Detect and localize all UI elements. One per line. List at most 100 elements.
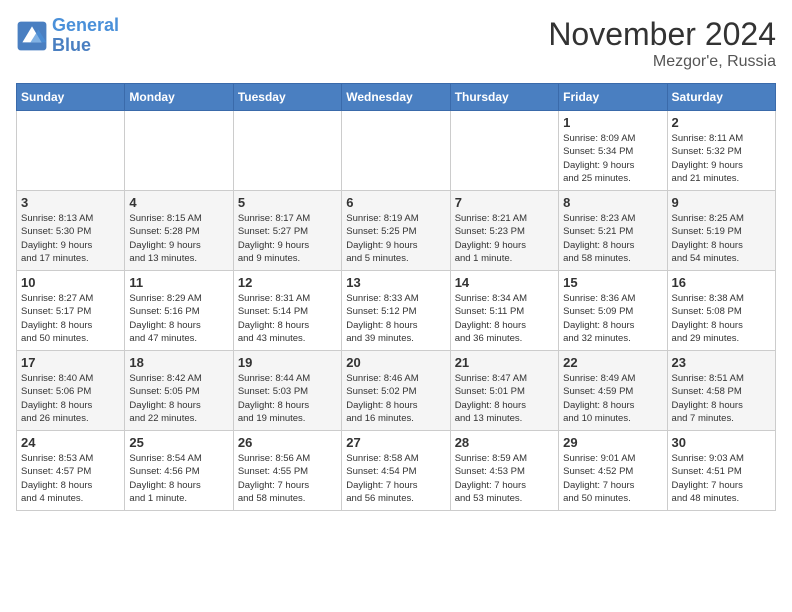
day-number: 26 <box>238 435 337 450</box>
day-info: Sunrise: 8:19 AM Sunset: 5:25 PM Dayligh… <box>346 212 445 265</box>
calendar-header-row: SundayMondayTuesdayWednesdayThursdayFrid… <box>17 84 776 111</box>
week-row-1: 1 Sunrise: 8:09 AM Sunset: 5:34 PM Daylig… <box>17 111 776 191</box>
calendar-cell: 6 Sunrise: 8:19 AM Sunset: 5:25 PM Daylig… <box>342 191 450 271</box>
calendar-cell: 10 Sunrise: 8:27 AM Sunset: 5:17 PM Dayli… <box>17 271 125 351</box>
day-info: Sunrise: 8:58 AM Sunset: 4:54 PM Dayligh… <box>346 452 445 505</box>
day-info: Sunrise: 8:38 AM Sunset: 5:08 PM Dayligh… <box>672 292 771 345</box>
day-number: 20 <box>346 355 445 370</box>
day-number: 30 <box>672 435 771 450</box>
logo-text: General Blue <box>52 16 119 56</box>
day-number: 2 <box>672 115 771 130</box>
page-header: General Blue November 2024 Mezgor'e, Rus… <box>16 16 776 71</box>
day-info: Sunrise: 8:42 AM Sunset: 5:05 PM Dayligh… <box>129 372 228 425</box>
day-info: Sunrise: 8:51 AM Sunset: 4:58 PM Dayligh… <box>672 372 771 425</box>
calendar-cell: 30 Sunrise: 9:03 AM Sunset: 4:51 PM Dayli… <box>667 431 775 511</box>
calendar-cell: 9 Sunrise: 8:25 AM Sunset: 5:19 PM Daylig… <box>667 191 775 271</box>
calendar-cell: 1 Sunrise: 8:09 AM Sunset: 5:34 PM Daylig… <box>559 111 667 191</box>
day-number: 14 <box>455 275 554 290</box>
day-info: Sunrise: 8:34 AM Sunset: 5:11 PM Dayligh… <box>455 292 554 345</box>
day-number: 22 <box>563 355 662 370</box>
header-cell-sunday: Sunday <box>17 84 125 111</box>
calendar-cell: 8 Sunrise: 8:23 AM Sunset: 5:21 PM Daylig… <box>559 191 667 271</box>
day-number: 24 <box>21 435 120 450</box>
calendar-cell: 16 Sunrise: 8:38 AM Sunset: 5:08 PM Dayli… <box>667 271 775 351</box>
day-number: 1 <box>563 115 662 130</box>
day-number: 6 <box>346 195 445 210</box>
day-info: Sunrise: 8:21 AM Sunset: 5:23 PM Dayligh… <box>455 212 554 265</box>
calendar-cell: 29 Sunrise: 9:01 AM Sunset: 4:52 PM Dayli… <box>559 431 667 511</box>
week-row-2: 3Sunrise: 8:13 AM Sunset: 5:30 PM Daylig… <box>17 191 776 271</box>
logo-line1: General <box>52 15 119 35</box>
day-info: Sunrise: 8:23 AM Sunset: 5:21 PM Dayligh… <box>563 212 662 265</box>
day-info: Sunrise: 8:47 AM Sunset: 5:01 PM Dayligh… <box>455 372 554 425</box>
calendar-cell: 18 Sunrise: 8:42 AM Sunset: 5:05 PM Dayli… <box>125 351 233 431</box>
header-cell-thursday: Thursday <box>450 84 558 111</box>
calendar-cell: 25 Sunrise: 8:54 AM Sunset: 4:56 PM Dayli… <box>125 431 233 511</box>
calendar-cell: 24 Sunrise: 8:53 AM Sunset: 4:57 PM Dayli… <box>17 431 125 511</box>
calendar-cell <box>233 111 341 191</box>
week-row-3: 10 Sunrise: 8:27 AM Sunset: 5:17 PM Dayli… <box>17 271 776 351</box>
day-info: Sunrise: 8:54 AM Sunset: 4:56 PM Dayligh… <box>129 452 228 505</box>
day-info: Sunrise: 8:56 AM Sunset: 4:55 PM Dayligh… <box>238 452 337 505</box>
calendar-body: 1 Sunrise: 8:09 AM Sunset: 5:34 PM Daylig… <box>17 111 776 511</box>
day-number: 9 <box>672 195 771 210</box>
day-number: 29 <box>563 435 662 450</box>
day-number: 12 <box>238 275 337 290</box>
calendar-cell: 26 Sunrise: 8:56 AM Sunset: 4:55 PM Dayli… <box>233 431 341 511</box>
day-number: 23 <box>672 355 771 370</box>
day-info: Sunrise: 8:33 AM Sunset: 5:12 PM Dayligh… <box>346 292 445 345</box>
day-number: 3 <box>21 195 120 210</box>
calendar-cell: 7Sunrise: 8:21 AM Sunset: 5:23 PM Daylig… <box>450 191 558 271</box>
day-number: 17 <box>21 355 120 370</box>
calendar-cell <box>450 111 558 191</box>
month-title: November 2024 <box>548 16 776 53</box>
day-info: Sunrise: 8:09 AM Sunset: 5:34 PM Dayligh… <box>563 132 662 185</box>
day-number: 15 <box>563 275 662 290</box>
calendar-cell: 28 Sunrise: 8:59 AM Sunset: 4:53 PM Dayli… <box>450 431 558 511</box>
day-info: Sunrise: 8:27 AM Sunset: 5:17 PM Dayligh… <box>21 292 120 345</box>
day-number: 10 <box>21 275 120 290</box>
logo-icon <box>16 20 48 52</box>
calendar-cell: 4Sunrise: 8:15 AM Sunset: 5:28 PM Daylig… <box>125 191 233 271</box>
week-row-4: 17 Sunrise: 8:40 AM Sunset: 5:06 PM Dayli… <box>17 351 776 431</box>
header-cell-monday: Monday <box>125 84 233 111</box>
calendar-cell: 15 Sunrise: 8:36 AM Sunset: 5:09 PM Dayli… <box>559 271 667 351</box>
day-info: Sunrise: 8:11 AM Sunset: 5:32 PM Dayligh… <box>672 132 771 185</box>
day-info: Sunrise: 9:01 AM Sunset: 4:52 PM Dayligh… <box>563 452 662 505</box>
header-cell-saturday: Saturday <box>667 84 775 111</box>
day-info: Sunrise: 8:29 AM Sunset: 5:16 PM Dayligh… <box>129 292 228 345</box>
day-info: Sunrise: 8:25 AM Sunset: 5:19 PM Dayligh… <box>672 212 771 265</box>
day-info: Sunrise: 8:49 AM Sunset: 4:59 PM Dayligh… <box>563 372 662 425</box>
calendar-cell: 2 Sunrise: 8:11 AM Sunset: 5:32 PM Daylig… <box>667 111 775 191</box>
day-info: Sunrise: 8:46 AM Sunset: 5:02 PM Dayligh… <box>346 372 445 425</box>
calendar-cell <box>17 111 125 191</box>
day-number: 27 <box>346 435 445 450</box>
day-info: Sunrise: 9:03 AM Sunset: 4:51 PM Dayligh… <box>672 452 771 505</box>
day-info: Sunrise: 8:59 AM Sunset: 4:53 PM Dayligh… <box>455 452 554 505</box>
day-number: 16 <box>672 275 771 290</box>
calendar-cell: 5Sunrise: 8:17 AM Sunset: 5:27 PM Daylig… <box>233 191 341 271</box>
day-info: Sunrise: 8:40 AM Sunset: 5:06 PM Dayligh… <box>21 372 120 425</box>
day-number: 11 <box>129 275 228 290</box>
day-number: 25 <box>129 435 228 450</box>
calendar-cell: 14 Sunrise: 8:34 AM Sunset: 5:11 PM Dayli… <box>450 271 558 351</box>
day-number: 8 <box>563 195 662 210</box>
calendar-cell: 19Sunrise: 8:44 AM Sunset: 5:03 PM Dayli… <box>233 351 341 431</box>
calendar-cell: 20 Sunrise: 8:46 AM Sunset: 5:02 PM Dayli… <box>342 351 450 431</box>
logo-line2: Blue <box>52 35 91 55</box>
week-row-5: 24 Sunrise: 8:53 AM Sunset: 4:57 PM Dayli… <box>17 431 776 511</box>
day-info: Sunrise: 8:15 AM Sunset: 5:28 PM Dayligh… <box>129 212 228 265</box>
calendar-cell <box>125 111 233 191</box>
calendar-cell: 13Sunrise: 8:33 AM Sunset: 5:12 PM Dayli… <box>342 271 450 351</box>
day-info: Sunrise: 8:31 AM Sunset: 5:14 PM Dayligh… <box>238 292 337 345</box>
day-info: Sunrise: 8:44 AM Sunset: 5:03 PM Dayligh… <box>238 372 337 425</box>
day-info: Sunrise: 8:36 AM Sunset: 5:09 PM Dayligh… <box>563 292 662 345</box>
day-info: Sunrise: 8:17 AM Sunset: 5:27 PM Dayligh… <box>238 212 337 265</box>
calendar-cell: 11 Sunrise: 8:29 AM Sunset: 5:16 PM Dayli… <box>125 271 233 351</box>
logo: General Blue <box>16 16 119 56</box>
calendar-cell: 3Sunrise: 8:13 AM Sunset: 5:30 PM Daylig… <box>17 191 125 271</box>
day-number: 28 <box>455 435 554 450</box>
day-info: Sunrise: 8:53 AM Sunset: 4:57 PM Dayligh… <box>21 452 120 505</box>
day-number: 18 <box>129 355 228 370</box>
calendar-cell: 23 Sunrise: 8:51 AM Sunset: 4:58 PM Dayli… <box>667 351 775 431</box>
